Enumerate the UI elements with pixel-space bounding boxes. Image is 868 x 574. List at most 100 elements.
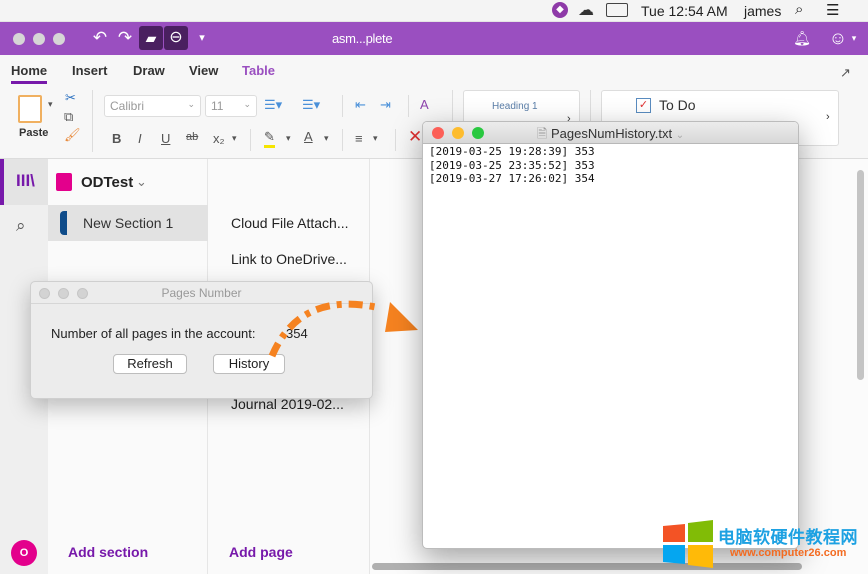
clear-formatting-icon[interactable]: A bbox=[420, 97, 429, 112]
list-icon[interactable]: ☰ bbox=[826, 1, 839, 19]
section-tab-icon bbox=[60, 211, 67, 235]
divider bbox=[342, 95, 343, 117]
text-editor-titlebar[interactable]: 🗎︎ PagesNumHistory.txt ⌄ bbox=[423, 122, 798, 144]
watermark-title: 电脑软硬件教程网 bbox=[718, 528, 858, 547]
font-size-value: 11 bbox=[211, 99, 224, 113]
text-content[interactable]: [2019-03-25 19:28:39] 353 [2019-03-25 23:… bbox=[429, 145, 595, 186]
cut-icon[interactable]: ✂ bbox=[65, 90, 76, 106]
notebooks-button[interactable]: III\ bbox=[0, 159, 48, 205]
arrow-shaft bbox=[268, 300, 381, 358]
font-name-value: Calibri bbox=[110, 99, 145, 113]
add-section-button[interactable]: Add section bbox=[68, 544, 148, 560]
text-line: [2019-03-27 17:26:02] 354 bbox=[429, 172, 595, 185]
gem-icon[interactable]: ◆ bbox=[552, 2, 568, 18]
chevron-down-icon: ⌄ bbox=[136, 174, 147, 189]
cloud-icon[interactable]: ☁ bbox=[578, 0, 594, 20]
todo-checkbox-icon: ✓ bbox=[636, 98, 651, 113]
underline-button[interactable]: U bbox=[161, 131, 170, 146]
style-heading-1[interactable]: Heading 1 bbox=[492, 101, 538, 112]
bell-icon[interactable]: 🔔︎ bbox=[790, 26, 814, 50]
notebook-icon bbox=[56, 173, 72, 191]
windows-logo-icon bbox=[663, 520, 713, 568]
chevron-down-icon[interactable]: ▾ bbox=[373, 133, 378, 144]
account-avatar[interactable]: O bbox=[11, 540, 37, 566]
align-icon[interactable]: ≡ bbox=[355, 131, 363, 146]
indent-icon[interactable]: ⇥ bbox=[380, 97, 391, 113]
add-page-button[interactable]: Add page bbox=[229, 544, 293, 560]
file-title[interactable]: 🗎︎ PagesNumHistory.txt ⌄ bbox=[423, 125, 798, 147]
chevron-down-icon: ⌄ bbox=[675, 130, 685, 141]
highlight-icon[interactable]: ✎ bbox=[264, 129, 275, 148]
text-line: [2019-03-25 19:28:39] 353 bbox=[429, 145, 595, 158]
undo-icon[interactable]: ↶ bbox=[88, 26, 112, 50]
chevron-down-icon[interactable]: ▾ bbox=[842, 26, 866, 50]
italic-button[interactable]: I bbox=[138, 131, 142, 146]
chevron-down-icon[interactable]: ▾ bbox=[324, 133, 329, 144]
tab-insert[interactable]: Insert bbox=[72, 63, 107, 78]
tab-home[interactable]: Home bbox=[11, 63, 48, 84]
minimize-button[interactable] bbox=[33, 33, 45, 45]
clock[interactable]: Tue 12:54 AM bbox=[641, 3, 728, 19]
app-titlebar: ↶ ↷ ▰ ⊖ ▾ asm...plete 🔔︎ ☺ ▾ bbox=[0, 22, 868, 55]
file-name: PagesNumHistory.txt bbox=[550, 126, 673, 141]
paste-dropdown-icon[interactable]: ▾ bbox=[48, 99, 53, 110]
horizontal-scrollbar[interactable] bbox=[372, 563, 802, 570]
chevron-down-icon: ⌄ bbox=[187, 99, 195, 109]
page-item[interactable]: Link to OneDrive... bbox=[231, 251, 347, 267]
text-line: [2019-03-25 23:35:52] 353 bbox=[429, 158, 595, 172]
refresh-button[interactable]: Refresh bbox=[113, 354, 187, 374]
paste-icon[interactable] bbox=[18, 95, 42, 123]
section-item[interactable]: New Section 1 bbox=[48, 205, 208, 241]
system-menubar: ◆ ☁ Tue 12:54 AM james ⌕ ☰ bbox=[0, 0, 868, 22]
watermark-url: www.computer26.com bbox=[730, 547, 847, 559]
vertical-scrollbar[interactable] bbox=[857, 170, 864, 380]
tab-table[interactable]: Table bbox=[242, 63, 275, 78]
font-name-select[interactable]: Calibri ⌄ bbox=[104, 95, 201, 117]
search-icon[interactable]: ⌕ bbox=[16, 216, 26, 236]
divider bbox=[408, 95, 409, 117]
redo-icon[interactable]: ↷ bbox=[113, 26, 137, 50]
strikethrough-button[interactable]: ab bbox=[186, 131, 198, 143]
zoom-button[interactable] bbox=[53, 33, 65, 45]
chevron-down-icon[interactable]: ▾ bbox=[232, 133, 237, 144]
delete-icon[interactable]: ✕ bbox=[408, 127, 422, 147]
user-name[interactable]: james bbox=[744, 3, 781, 19]
open-folder-icon[interactable]: ▰ bbox=[139, 26, 163, 50]
divider bbox=[250, 129, 251, 151]
section-label: New Section 1 bbox=[83, 215, 174, 231]
divider bbox=[395, 129, 396, 151]
copy-icon[interactable]: ⧉ bbox=[64, 109, 73, 125]
chevron-down-icon[interactable]: ▾ bbox=[286, 133, 291, 144]
customize-dropdown-icon[interactable]: ▾ bbox=[190, 26, 214, 50]
tag-todo[interactable]: To Do bbox=[659, 97, 696, 113]
search-icon[interactable]: ⌕ bbox=[795, 1, 803, 18]
page-count-label: Number of all pages in the account: bbox=[51, 326, 256, 341]
tab-draw[interactable]: Draw bbox=[133, 63, 165, 78]
document-icon: 🗎︎ bbox=[536, 126, 548, 141]
chevron-right-icon[interactable]: › bbox=[826, 111, 830, 123]
paste-label[interactable]: Paste bbox=[19, 127, 48, 139]
outdent-icon[interactable]: ⇤ bbox=[355, 97, 366, 113]
divider bbox=[342, 129, 343, 151]
annotation-arrow bbox=[268, 300, 418, 358]
app-title: asm...plete bbox=[332, 31, 393, 46]
close-button[interactable] bbox=[13, 33, 25, 45]
numbered-list-icon[interactable]: ☰▾ bbox=[302, 97, 320, 113]
chevron-down-icon: ⌄ bbox=[243, 99, 251, 109]
arrow-head bbox=[385, 302, 418, 332]
notebook-name: ODTest bbox=[81, 174, 134, 191]
divider bbox=[92, 90, 93, 152]
font-size-select[interactable]: 11 ⌄ bbox=[205, 95, 257, 117]
format-painter-icon[interactable]: 🖌︎ bbox=[64, 127, 81, 143]
bold-button[interactable]: B bbox=[112, 131, 121, 146]
back-circle-icon[interactable]: ⊖ bbox=[164, 26, 188, 50]
subscript-button[interactable]: x₂ bbox=[213, 131, 225, 146]
displays-icon[interactable] bbox=[606, 3, 628, 17]
font-color-icon[interactable]: A bbox=[304, 129, 313, 144]
share-icon[interactable]: ↗ bbox=[840, 65, 851, 81]
tab-view[interactable]: View bbox=[189, 63, 218, 78]
page-item[interactable]: Cloud File Attach... bbox=[231, 215, 349, 231]
notebooks-icon: III\ bbox=[16, 171, 35, 190]
text-editor-window: 🗎︎ PagesNumHistory.txt ⌄ [2019-03-25 19:… bbox=[422, 121, 799, 549]
bullet-list-icon[interactable]: ☰▾ bbox=[264, 97, 282, 113]
